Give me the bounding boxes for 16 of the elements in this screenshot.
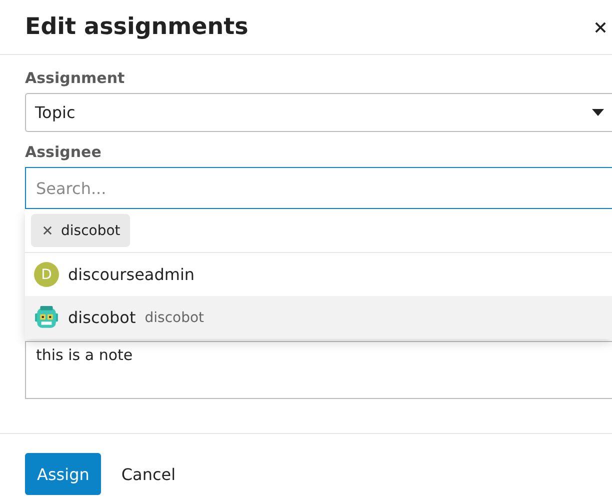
avatar-icon: D xyxy=(34,262,59,287)
note-field[interactable]: this is a note xyxy=(25,341,612,399)
close-icon[interactable] xyxy=(595,22,606,32)
remove-icon[interactable] xyxy=(43,226,52,235)
user-option[interactable]: discobot discobot xyxy=(25,296,612,339)
cancel-button[interactable]: Cancel xyxy=(109,453,188,495)
assign-button[interactable]: Assign xyxy=(25,453,102,495)
field-label: Assignee xyxy=(25,143,102,161)
caret-icon xyxy=(592,109,604,116)
robot-icon xyxy=(34,305,59,330)
user-option[interactable]: D discourseadmin xyxy=(25,253,612,296)
assignment-select[interactable]: Topic xyxy=(25,93,612,132)
modal-title: Edit assignments xyxy=(25,14,248,40)
search-field[interactable]: Search... xyxy=(25,167,612,209)
field-label: Assignment xyxy=(25,69,126,87)
selected-user-chip[interactable]: discobot xyxy=(31,214,130,247)
